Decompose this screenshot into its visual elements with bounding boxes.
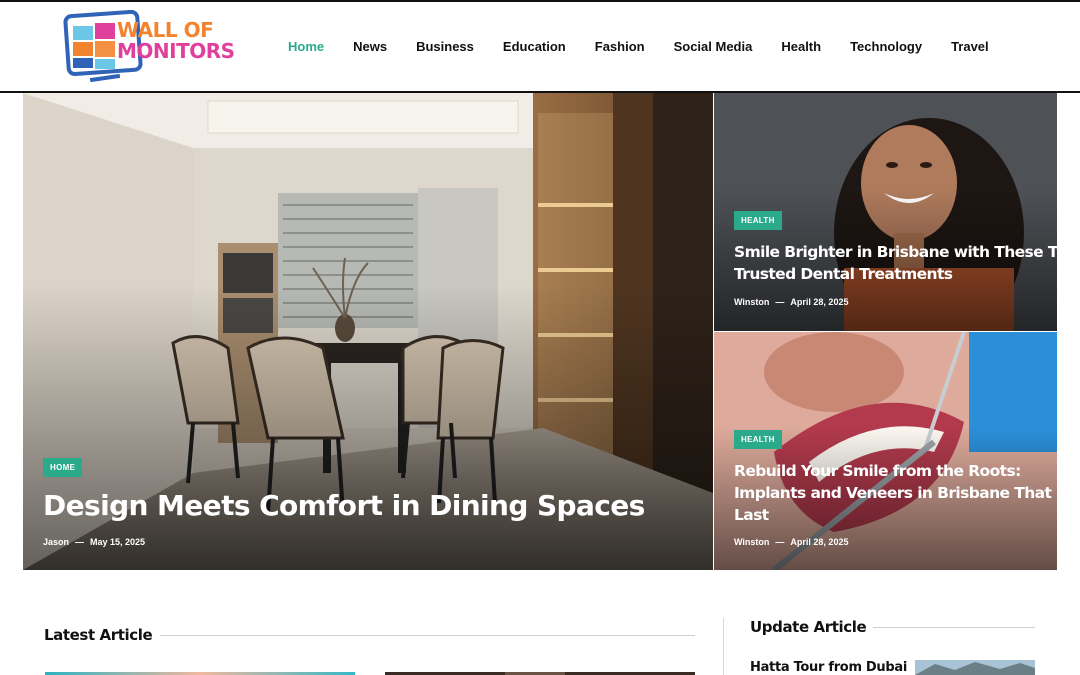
title-line: Rebuild Your Smile from the Roots: — [734, 462, 1021, 480]
update-article-heading: Update Article — [750, 618, 867, 636]
nav-health[interactable]: Health — [781, 39, 821, 54]
update-article-title[interactable]: Hatta Tour from Dubai — [750, 660, 907, 675]
category-badge[interactable]: HEALTH — [734, 430, 782, 449]
update-article-thumbnail[interactable] — [915, 660, 1035, 675]
title-line: Smile Brighter in Brisbane with These Tw… — [734, 243, 1057, 261]
category-badge[interactable]: HEALTH — [734, 211, 782, 230]
post-author[interactable]: Jason — [43, 537, 69, 547]
heading-divider — [160, 635, 695, 636]
post-meta: Winston — April 28, 2025 — [734, 297, 848, 307]
post-date: May 15, 2025 — [90, 537, 146, 547]
main-nav: Home News Business Education Fashion Soc… — [288, 39, 1018, 54]
meta-separator: — — [775, 537, 785, 547]
featured-post-title[interactable]: Design Meets Comfort in Dining Spaces — [43, 489, 645, 522]
featured-post-side-1[interactable]: HEALTH Smile Brighter in Brisbane with T… — [714, 93, 1057, 331]
column-divider — [723, 618, 724, 675]
nav-news[interactable]: News — [353, 39, 387, 54]
mountain-landscape-image — [915, 660, 1035, 675]
title-line: Trusted Dental Treatments — [734, 265, 953, 283]
post-meta: Winston — April 28, 2025 — [734, 537, 848, 547]
meta-separator: — — [775, 297, 785, 307]
nav-travel[interactable]: Travel — [951, 39, 989, 54]
latest-article-thumbnail-2[interactable] — [385, 667, 695, 675]
nav-business[interactable]: Business — [416, 39, 474, 54]
site-logo[interactable]: WALL OF MONITORS — [62, 9, 235, 86]
latest-article-heading: Latest Article — [44, 626, 153, 644]
featured-post-title[interactable]: Rebuild Your Smile from the Roots: Impla… — [734, 460, 1052, 526]
title-line: Last — [734, 506, 769, 524]
featured-post-title[interactable]: Smile Brighter in Brisbane with These Tw… — [734, 241, 1057, 285]
post-date: April 28, 2025 — [790, 537, 849, 547]
image-overlay — [23, 283, 713, 570]
meta-separator: — — [75, 537, 85, 547]
featured-post-main[interactable]: HOME Design Meets Comfort in Dining Spac… — [23, 93, 713, 570]
nav-social-media[interactable]: Social Media — [674, 39, 753, 54]
featured-post-side-2[interactable]: HEALTH Rebuild Your Smile from the Roots… — [714, 332, 1057, 570]
nav-technology[interactable]: Technology — [850, 39, 922, 54]
nav-education[interactable]: Education — [503, 39, 566, 54]
nav-fashion[interactable]: Fashion — [595, 39, 645, 54]
latest-article-thumbnail-1[interactable] — [45, 667, 355, 675]
post-author[interactable]: Winston — [734, 297, 769, 307]
post-date: April 28, 2025 — [790, 297, 849, 307]
site-header: WALL OF MONITORS Home News Business Educ… — [0, 0, 1080, 93]
logo-line-2: MONITORS — [117, 39, 235, 63]
category-badge[interactable]: HOME — [43, 458, 83, 477]
logo-wordmark: WALL OF MONITORS — [117, 20, 235, 62]
post-meta: Jason — May 15, 2025 — [43, 537, 145, 547]
nav-home[interactable]: Home — [288, 39, 324, 54]
post-author[interactable]: Winston — [734, 537, 769, 547]
heading-divider — [873, 627, 1035, 628]
logo-line-1: WALL OF — [117, 18, 214, 42]
title-line: Implants and Veneers in Brisbane That — [734, 484, 1052, 502]
